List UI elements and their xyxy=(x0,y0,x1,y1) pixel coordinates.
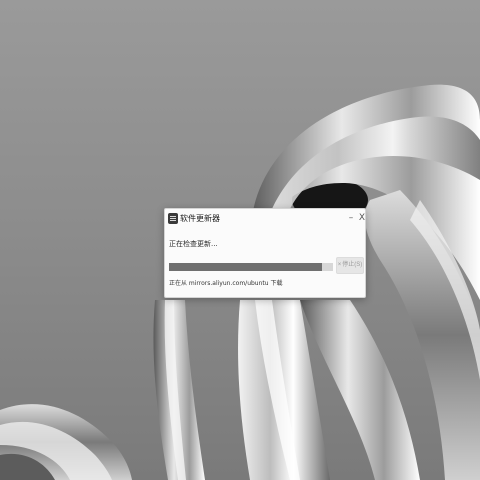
stop-button[interactable]: ×停止(S) xyxy=(336,257,364,274)
updater-dialog: 软件更新器 – X 正在检查更新... ×停止(S) 正在从 mirrors.a… xyxy=(164,208,366,298)
dialog-title: 软件更新器 xyxy=(180,214,220,223)
status-text: 正在检查更新... xyxy=(169,240,218,248)
dialog-titlebar[interactable]: 软件更新器 – X xyxy=(165,209,365,229)
desktop: 软件更新器 – X 正在检查更新... ×停止(S) 正在从 mirrors.a… xyxy=(0,0,480,480)
updater-app-icon xyxy=(168,213,178,224)
progress-bar xyxy=(169,263,333,271)
stop-icon: × xyxy=(337,262,342,268)
stop-button-label: 停止(S) xyxy=(342,262,363,268)
progress-fill xyxy=(169,263,322,271)
download-detail-text: 正在从 mirrors.aliyun.com/ubuntu 下载 xyxy=(169,280,283,287)
close-button[interactable]: X xyxy=(357,211,367,225)
minimize-button[interactable]: – xyxy=(346,211,356,225)
